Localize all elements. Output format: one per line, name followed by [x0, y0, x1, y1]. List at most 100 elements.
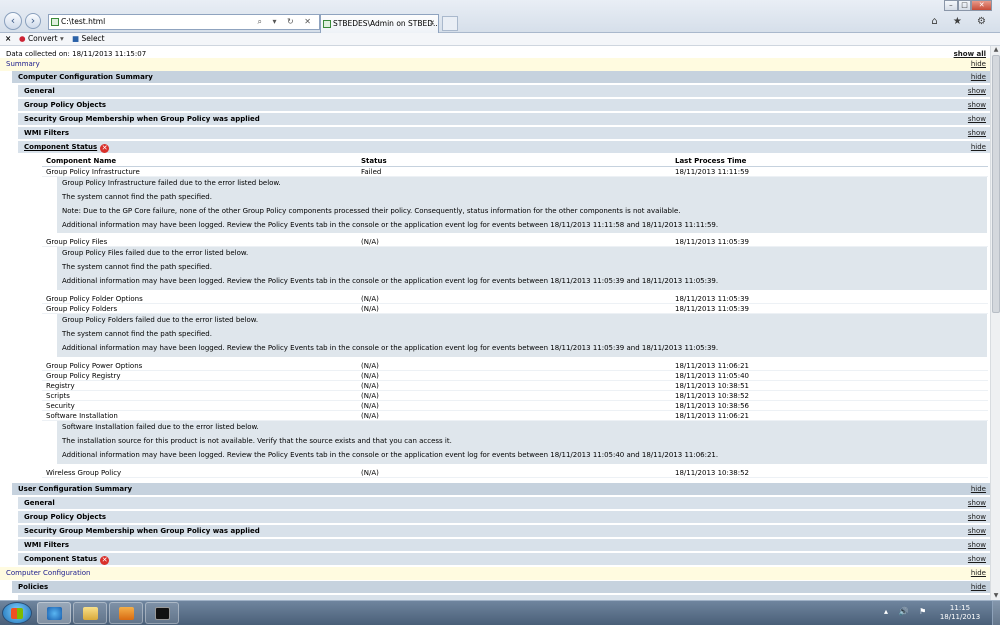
minimize-button[interactable]: – — [944, 0, 958, 11]
tray-icons[interactable]: ▴ 🔊 ⚑ — [884, 607, 930, 616]
taskbar-app-internet-explorer[interactable] — [37, 602, 71, 624]
component-name: Registry — [46, 382, 75, 390]
tab-title: STBEDES\Admin on STBED... — [333, 19, 439, 28]
tab-report[interactable]: STBEDES\Admin on STBED... ✕ — [320, 14, 439, 33]
forward-button[interactable]: › — [25, 13, 41, 29]
table-header: Component Name Status Last Process Time — [42, 156, 988, 167]
scroll-up-icon[interactable]: ▲ — [991, 46, 1000, 54]
error-details: Group Policy Folders failed due to the e… — [57, 314, 987, 357]
error-line: The installation source for this product… — [62, 437, 452, 445]
section-gpo-show-link[interactable]: show — [968, 99, 986, 112]
summary-label: Summary — [6, 60, 40, 68]
component-time: 18/11/2013 11:05:39 — [675, 238, 750, 246]
address-controls[interactable]: ⌕ ▾ ↻ ✕ — [257, 15, 315, 29]
clock-time: 11:15 — [949, 604, 971, 612]
error-icon: ✕ — [100, 556, 110, 565]
convert-label: Convert — [27, 34, 58, 43]
select-icon: ■ — [72, 34, 80, 43]
section-security-group: Security Group Membership when Group Pol… — [18, 113, 990, 126]
component-time: 18/11/2013 11:05:40 — [675, 372, 750, 380]
component-name: Software Installation — [46, 412, 118, 420]
user-section-gpo-label: Group Policy Objects — [24, 513, 107, 521]
component-name: Wireless Group Policy — [46, 469, 122, 477]
user-section-wmi-filters-show-link[interactable]: show — [968, 539, 986, 552]
vertical-scrollbar[interactable]: ▲ ▼ — [990, 46, 1000, 600]
error-line: Additional information may have been log… — [62, 277, 719, 285]
component-name: Group Policy Infrastructure — [46, 168, 140, 176]
component-name: Group Policy Files — [46, 238, 108, 246]
taskbar-app-media-player[interactable] — [109, 602, 143, 624]
policies-hide-link[interactable]: hide — [971, 581, 986, 594]
computer-config-summary-hide-link[interactable]: hide — [971, 71, 986, 84]
table-row: Group Policy Folders (N/A) 18/11/2013 11… — [42, 304, 988, 314]
new-tab-button[interactable] — [442, 16, 458, 31]
tab-close-icon[interactable]: ✕ — [429, 15, 435, 32]
component-status: Failed — [361, 168, 382, 176]
taskbar-app-command-prompt[interactable] — [145, 602, 179, 624]
component-name: Scripts — [46, 392, 70, 400]
component-status: (N/A) — [361, 295, 379, 303]
component-time: 18/11/2013 11:06:21 — [675, 412, 750, 420]
section-security-group-label: Security Group Membership when Group Pol… — [24, 115, 260, 123]
show-desktop-button[interactable] — [992, 601, 1000, 625]
start-button[interactable] — [2, 602, 32, 624]
col-last-process-time: Last Process Time — [675, 157, 747, 165]
col-component-name: Component Name — [46, 157, 117, 165]
component-status: (N/A) — [361, 372, 379, 380]
error-line: Additional information may have been log… — [62, 344, 719, 352]
section-general-show-link[interactable]: show — [968, 85, 986, 98]
user-section-general-show-link[interactable]: show — [968, 497, 986, 510]
section-wmi-filters-show-link[interactable]: show — [968, 127, 986, 140]
command-bar-close-icon[interactable]: × — [5, 33, 11, 45]
error-line: Additional information may have been log… — [62, 221, 719, 229]
scrollbar-thumb[interactable] — [992, 55, 1000, 313]
component-name: Group Policy Power Options — [46, 362, 143, 370]
convert-button[interactable]: ● Convert ▾ — [19, 33, 64, 45]
section-security-group-show-link[interactable]: show — [968, 113, 986, 126]
maximize-button[interactable]: □ — [957, 0, 972, 11]
error-line: Software Installation failed due to the … — [62, 423, 259, 431]
windows-logo-icon — [11, 608, 23, 619]
component-status: (N/A) — [361, 469, 379, 477]
user-section-wmi-filters-label: WMI Filters — [24, 541, 70, 549]
component-time: 18/11/2013 10:38:52 — [675, 469, 750, 477]
component-status: (N/A) — [361, 382, 379, 390]
window-buttons: – □ ✕ — [944, 0, 993, 11]
taskbar-app-explorer[interactable] — [73, 602, 107, 624]
section-gpo-label: Group Policy Objects — [24, 101, 107, 109]
user-section-component-status: Component Status ✕ show — [18, 553, 990, 566]
error-line: Group Policy Folders failed due to the e… — [62, 316, 259, 324]
select-button[interactable]: ■ Select — [72, 33, 105, 45]
computer-configuration-header: Computer Configuration hide — [0, 567, 990, 580]
table-row: Software Installation (N/A) 18/11/2013 1… — [42, 411, 988, 421]
component-name: Group Policy Folders — [46, 305, 118, 313]
user-section-gpo: Group Policy Objects show — [18, 511, 990, 524]
policies-label: Policies — [18, 583, 49, 591]
error-details: Software Installation failed due to the … — [57, 421, 987, 464]
address-bar[interactable]: C:\test.html ⌕ ▾ ↻ ✕ — [48, 14, 320, 30]
error-icon: ✕ — [100, 144, 110, 153]
user-config-summary-hide-link[interactable]: hide — [971, 483, 986, 496]
user-section-general-label: General — [24, 499, 55, 507]
browser-tools-icons[interactable]: ⌂ ★ ⚙ — [931, 16, 992, 27]
folder-icon — [83, 607, 98, 620]
user-section-security-group-show-link[interactable]: show — [968, 525, 986, 538]
user-component-status-show-link[interactable]: show — [968, 553, 986, 566]
summary-hide-link[interactable]: hide — [971, 58, 986, 71]
computer-config-summary-header: Computer Configuration Summary hide — [12, 71, 990, 84]
error-line: The system cannot find the path specifie… — [62, 330, 212, 338]
clock[interactable]: 11:15 18/11/2013 — [938, 604, 982, 622]
scroll-down-icon[interactable]: ▼ — [991, 592, 1000, 600]
component-status: (N/A) — [361, 402, 379, 410]
error-line: The system cannot find the path specifie… — [62, 193, 212, 201]
component-status-hide-link[interactable]: hide — [971, 141, 986, 154]
back-button[interactable]: ‹ — [4, 12, 22, 30]
user-section-gpo-show-link[interactable]: show — [968, 511, 986, 524]
table-row: Scripts (N/A) 18/11/2013 10:38:52 — [42, 391, 988, 401]
table-row: Group Policy Infrastructure Failed 18/11… — [42, 167, 988, 177]
policies-header: Policies hide — [12, 581, 990, 594]
computer-configuration-hide-link[interactable]: hide — [971, 567, 986, 580]
error-line: Group Policy Infrastructure failed due t… — [62, 179, 281, 187]
close-window-button[interactable]: ✕ — [971, 0, 993, 11]
component-status: (N/A) — [361, 305, 379, 313]
